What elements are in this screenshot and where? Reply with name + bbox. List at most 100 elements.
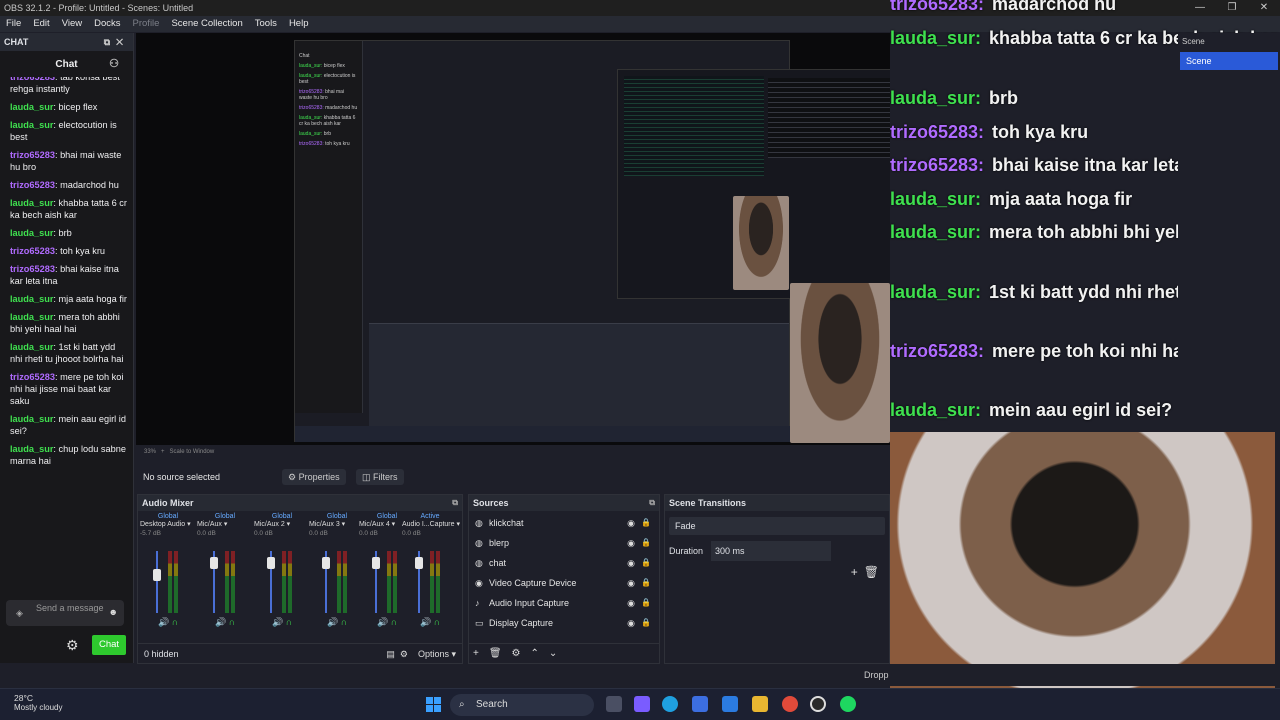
channel-name[interactable]: Audio I...Capture ▾ — [402, 520, 460, 528]
chat-username[interactable]: lauda_sur — [10, 228, 53, 238]
file-explorer-icon[interactable] — [752, 696, 768, 712]
chat-username[interactable]: trizo65283 — [10, 372, 55, 382]
chat-username[interactable]: lauda_sur — [10, 342, 53, 352]
scene-item[interactable]: Scene — [1180, 52, 1278, 70]
visibility-icon[interactable]: ◉ — [627, 593, 635, 613]
popout-icon[interactable]: ⧉ — [452, 495, 458, 511]
headphones-icon[interactable]: ∩ — [286, 617, 292, 627]
lock-icon[interactable]: 🔒 — [641, 513, 651, 533]
lock-icon[interactable]: 🔒 — [641, 613, 651, 633]
obs-icon[interactable] — [810, 696, 826, 712]
channel-mode[interactable]: Global — [197, 513, 253, 520]
fader-handle[interactable] — [153, 569, 161, 581]
scale-select[interactable]: Scale to Window — [170, 449, 215, 455]
channel-name[interactable]: Desktop Audio ▾ — [140, 520, 196, 528]
visibility-icon[interactable]: ◉ — [627, 513, 635, 533]
fader-handle[interactable] — [415, 557, 423, 569]
source-item[interactable]: ◍ blerp ◉ 🔒 — [469, 533, 659, 553]
headphones-icon[interactable]: ∩ — [434, 617, 440, 627]
fader-handle[interactable] — [267, 557, 275, 569]
menu-file[interactable]: File — [0, 16, 27, 32]
headphones-icon[interactable]: ∩ — [229, 617, 235, 627]
channel-mode[interactable]: Global — [254, 513, 310, 520]
headphones-icon[interactable]: ∩ — [341, 617, 347, 627]
chat-username[interactable]: lauda_sur — [10, 198, 53, 208]
task-view-icon[interactable] — [606, 696, 622, 712]
source-item[interactable]: ▭ Display Capture ◉ 🔒 — [469, 613, 659, 633]
properties-button[interactable]: ⚙ Properties — [282, 469, 346, 485]
gear-icon[interactable]: ⚙ — [66, 637, 79, 654]
channel-controls[interactable]: 🔊 ∩ — [327, 617, 347, 628]
source-item[interactable]: ◉ Video Capture Device ◉ 🔒 — [469, 573, 659, 593]
edge-icon[interactable] — [662, 696, 678, 712]
chat-username[interactable]: trizo65283 — [10, 246, 55, 256]
chat-username[interactable]: trizo65283 — [10, 150, 55, 160]
chat-username[interactable]: lauda_sur — [10, 294, 53, 304]
store-icon[interactable] — [692, 696, 708, 712]
transition-tools[interactable]: +🗑 — [851, 565, 885, 579]
duration-input[interactable]: 300 ms — [711, 541, 831, 561]
lock-icon[interactable]: 🔒 — [641, 533, 651, 553]
chat-input[interactable]: ◈ Send a message ☻ — [6, 600, 124, 626]
menu-tools[interactable]: Tools — [249, 16, 283, 32]
fader-handle[interactable] — [372, 557, 380, 569]
channel-controls[interactable]: 🔊 ∩ — [215, 617, 235, 628]
fader-handle[interactable] — [322, 557, 330, 569]
chat-username[interactable]: trizo65283 — [10, 77, 55, 82]
spotify-icon[interactable] — [840, 696, 856, 712]
channel-controls[interactable]: 🔊 ∩ — [272, 617, 292, 628]
headphones-icon[interactable]: ∩ — [172, 617, 178, 627]
channel-mode[interactable]: Active — [402, 513, 458, 520]
channel-controls[interactable]: 🔊 ∩ — [158, 617, 178, 628]
channel-controls[interactable]: 🔊 ∩ — [377, 617, 397, 628]
volume-fader[interactable] — [156, 551, 158, 613]
channel-name[interactable]: Mic/Aux 2 ▾ — [254, 520, 310, 528]
source-item[interactable]: ◍ klickchat ◉ 🔒 — [469, 513, 659, 533]
menu-profile[interactable]: Profile — [127, 16, 166, 32]
lock-icon[interactable]: 🔒 — [641, 593, 651, 613]
preview-canvas[interactable]: Chat lauda_sur: bicep flex lauda_sur: el… — [136, 33, 890, 445]
visibility-icon[interactable]: ◉ — [627, 553, 635, 573]
menu-docks[interactable]: Docks — [88, 16, 126, 32]
taskbar-search[interactable]: ⌕ Search — [450, 694, 594, 716]
menu-edit[interactable]: Edit — [27, 16, 55, 32]
fader-handle[interactable] — [210, 557, 218, 569]
windows-start-icon[interactable] — [426, 697, 442, 713]
headphones-icon[interactable]: ∩ — [391, 617, 397, 627]
chat-username[interactable]: lauda_sur — [10, 120, 53, 130]
chat-message-list[interactable]: trizo65283: tab konsa best rehga instant… — [0, 77, 134, 617]
teams-icon[interactable] — [634, 696, 650, 712]
source-item[interactable]: ♪ Audio Input Capture ◉ 🔒 — [469, 593, 659, 613]
chat-username[interactable]: lauda_sur — [10, 444, 53, 454]
channel-name[interactable]: Mic/Aux 3 ▾ — [309, 520, 365, 528]
menu-scene-collection[interactable]: Scene Collection — [165, 16, 248, 32]
visibility-icon[interactable]: ◉ — [627, 533, 635, 553]
zoom-level[interactable]: 33% — [144, 449, 156, 455]
weather-widget[interactable]: 28°C Mostly cloudy — [14, 693, 62, 713]
channel-controls[interactable]: 🔊 ∩ — [420, 617, 440, 628]
emote-icon[interactable]: ☻ — [109, 607, 118, 617]
channel-mode[interactable]: Global — [140, 513, 196, 520]
chat-username[interactable]: lauda_sur — [10, 414, 53, 424]
channel-name[interactable]: Mic/Aux ▾ — [197, 520, 253, 528]
visibility-icon[interactable]: ◉ — [627, 573, 635, 593]
dock-controls[interactable]: ⧉✕ — [104, 33, 129, 51]
lock-icon[interactable]: 🔒 — [641, 553, 651, 573]
chat-username[interactable]: lauda_sur — [10, 102, 53, 112]
menu-view[interactable]: View — [56, 16, 88, 32]
popout-icon[interactable]: ⧉ — [649, 495, 655, 511]
mixer-options[interactable]: ▤ ⚙ Options ▾ — [386, 644, 456, 664]
lock-icon[interactable]: 🔒 — [641, 573, 651, 593]
chat-username[interactable]: trizo65283 — [10, 180, 55, 190]
users-icon[interactable]: ⚇ — [109, 57, 119, 70]
channel-mode[interactable]: Global — [309, 513, 365, 520]
chrome-icon[interactable] — [782, 696, 798, 712]
chat-username[interactable]: lauda_sur — [10, 312, 53, 322]
bits-icon[interactable]: ◈ — [16, 608, 23, 618]
filters-button[interactable]: ◫ Filters — [356, 469, 404, 485]
transition-select[interactable]: Fade — [669, 517, 885, 535]
source-item[interactable]: ◍ chat ◉ 🔒 — [469, 553, 659, 573]
chat-send-button[interactable]: Chat — [92, 635, 126, 655]
sources-toolbar[interactable]: +🗑⚙︎⌃⌄ — [469, 643, 659, 663]
visibility-icon[interactable]: ◉ — [627, 613, 635, 633]
